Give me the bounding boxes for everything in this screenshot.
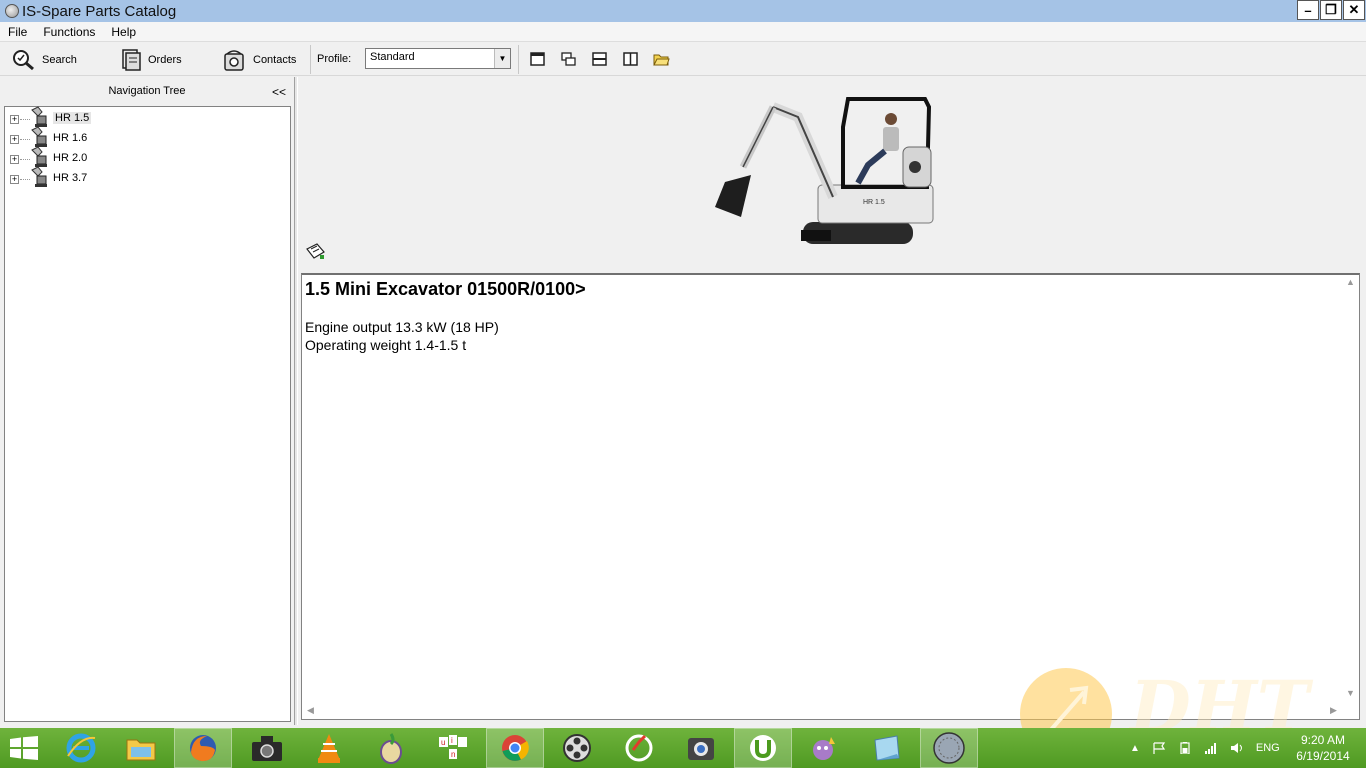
notes-app-icon[interactable] [858,728,916,768]
tree-item-label: HR 2.0 [53,152,88,164]
window-controls: – ❐ ✕ [1297,0,1366,20]
toolbar-separator [310,45,311,74]
profile-select[interactable]: Standard ▼ [365,48,511,69]
ccleaner-icon[interactable] [610,728,668,768]
firefox-icon[interactable] [174,728,232,768]
scroll-down-icon[interactable]: ▼ [1346,688,1355,698]
orders-label: Orders [148,54,182,66]
taskbar: uin ▲ ENG 9:20 AM 6/19/2014 [0,728,1366,768]
navigation-panel: Navigation Tree << + HR 1.5 + HR 1.6 + H… [0,77,296,725]
camera-icon[interactable] [238,728,296,768]
orders-button[interactable]: Orders [120,48,182,72]
file-explorer-icon[interactable] [112,728,170,768]
windows-start-icon[interactable] [10,736,38,760]
system-tray: ▲ ENG [1130,728,1290,768]
chrome-icon[interactable] [486,728,544,768]
profile-label: Profile: [317,53,352,65]
horizontal-split-icon[interactable] [592,52,607,66]
single-view-icon[interactable] [530,52,545,66]
orders-icon [122,49,141,71]
scroll-right-icon[interactable]: ▶ [1330,705,1337,716]
uni-app-icon[interactable]: uin [424,728,482,768]
battery-icon[interactable] [1178,742,1192,754]
clock-time: 9:20 AM [1300,733,1346,747]
folder-icon[interactable] [653,52,670,66]
restore-button[interactable]: ❐ [1320,0,1342,20]
contacts-button[interactable]: Contacts [223,48,296,72]
menu-functions[interactable]: Functions [35,25,103,39]
excavator-icon [31,106,47,127]
network-signal-icon[interactable] [1204,742,1218,754]
model-title: 1.5 Mini Excavator 01500R/0100> [305,279,586,299]
minimize-button[interactable]: – [1297,0,1319,20]
window-title: IS-Spare Parts Catalog [22,2,177,20]
utorrent-icon[interactable] [734,728,792,768]
volume-icon[interactable] [1230,742,1244,754]
expand-icon[interactable]: + [10,134,19,144]
notes-icon[interactable] [305,243,327,261]
expand-icon[interactable]: + [10,154,19,164]
search-icon [13,50,34,71]
contacts-label: Contacts [253,54,297,66]
excavator-icon [31,126,47,147]
messenger-icon[interactable] [796,728,854,768]
scroll-left-icon[interactable]: ◀ [307,705,314,716]
tree-item-label: HR 1.5 [53,112,92,124]
description-pane: 1.5 Mini Excavator 01500R/0100> Engine o… [301,273,1360,720]
engine-output-text: Engine output 13.3 kW (18 HP) [305,319,499,335]
language-indicator[interactable]: ENG [1256,742,1280,754]
model-badge: HR 1.5 [863,199,885,206]
internet-explorer-icon[interactable] [52,728,110,768]
navigation-tree-title: Navigation Tree [108,85,186,97]
expand-icon[interactable]: + [10,174,19,184]
tor-browser-icon[interactable] [362,728,420,768]
navigation-tree: + HR 1.5 + HR 1.6 + HR 2.0 + HR 3.7 [4,106,291,722]
menu-file[interactable]: File [0,25,35,39]
expand-icon[interactable]: + [10,114,19,124]
flag-icon[interactable] [1152,742,1166,754]
toolbar-separator [518,45,519,74]
clock[interactable]: 9:20 AM 6/19/2014 [1288,732,1358,764]
svg-text:u: u [441,738,445,747]
model-image-area: HR 1.5 [298,77,1366,273]
close-button[interactable]: ✕ [1343,0,1365,20]
excavator-icon [31,166,47,187]
svg-text:n: n [451,750,455,759]
cascade-view-icon[interactable] [561,52,576,66]
excavator-icon [31,146,47,167]
chevron-down-icon[interactable]: ▼ [494,49,510,68]
photo-app-icon[interactable] [672,728,730,768]
tree-item-label: HR 3.7 [53,172,88,184]
tree-item-label: HR 1.6 [53,132,88,144]
vertical-scrollbar[interactable]: ▲ ▼ [1342,275,1359,702]
vertical-split-icon[interactable] [623,52,638,66]
clock-date: 6/19/2014 [1296,749,1350,763]
profile-value: Standard [370,51,415,63]
search-label: Search [42,54,77,66]
title-bar: IS-Spare Parts Catalog – ❐ ✕ [0,0,1366,22]
film-reel-icon[interactable] [548,728,606,768]
contacts-icon [224,50,244,71]
svg-text:i: i [451,736,453,745]
app-icon [5,4,19,18]
show-hidden-icons[interactable]: ▲ [1130,743,1140,754]
menu-bar: File Functions Help [0,22,1366,42]
operating-weight-text: Operating weight 1.4-1.5 t [305,337,467,353]
is-spare-parts-taskbar-icon[interactable] [920,728,978,768]
menu-help[interactable]: Help [103,25,144,39]
vlc-icon[interactable] [300,728,358,768]
excavator-image: HR 1.5 [715,97,934,244]
toolbar: Search Orders Contacts Profile: Standard… [0,43,1366,76]
collapse-button[interactable]: << [272,85,286,99]
search-button[interactable]: Search [12,48,77,72]
scroll-up-icon[interactable]: ▲ [1346,277,1355,287]
